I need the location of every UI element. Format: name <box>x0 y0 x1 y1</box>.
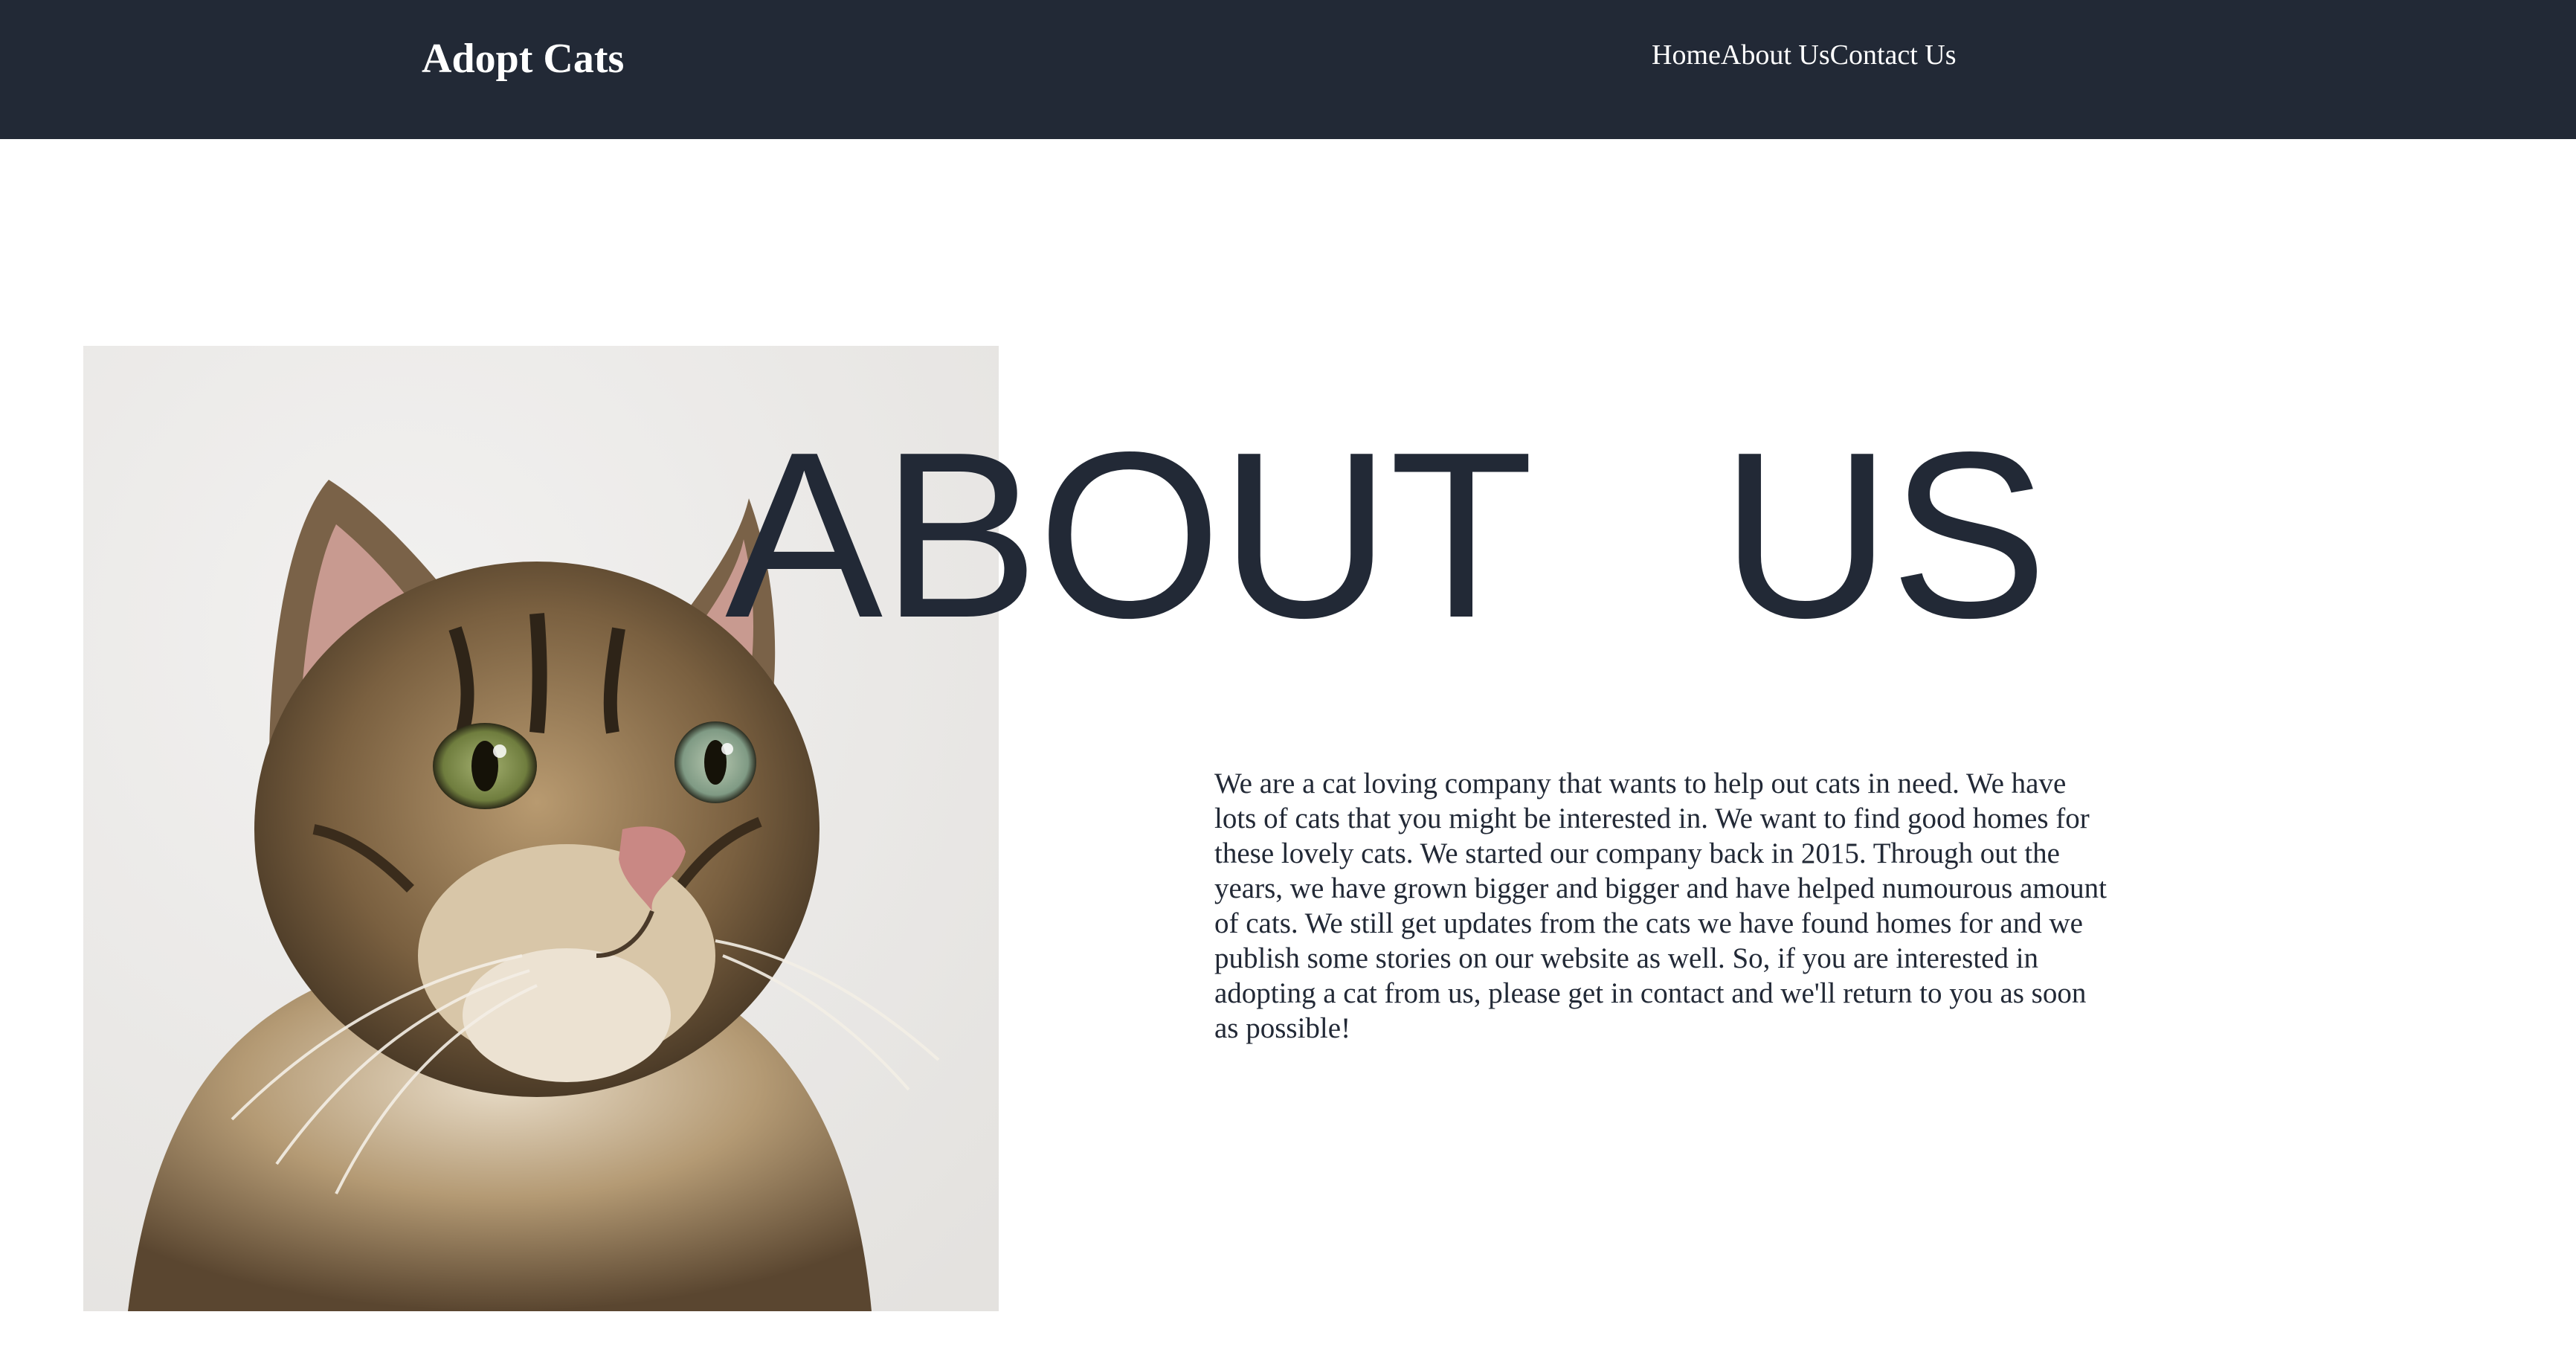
nav-item-contact: Contact Us <box>1830 36 1957 74</box>
about-paragraph: We are a cat loving company that wants t… <box>1214 768 2107 1044</box>
nav-link-contact-us[interactable]: Contact Us <box>1830 36 1957 74</box>
nav-links: Home About Us Contact Us <box>1652 36 1957 74</box>
nav-link-home[interactable]: Home <box>1652 36 1721 74</box>
brand-logo[interactable]: Adopt Cats <box>422 33 624 85</box>
nav-item-home: Home <box>1652 36 1721 74</box>
page-heading: ABOUT US <box>725 403 2048 667</box>
nav-item-about: About Us <box>1721 36 1830 74</box>
navbar: Adopt Cats Home About Us Contact Us <box>0 0 2576 139</box>
nav-link-about-us[interactable]: About Us <box>1721 36 1830 74</box>
